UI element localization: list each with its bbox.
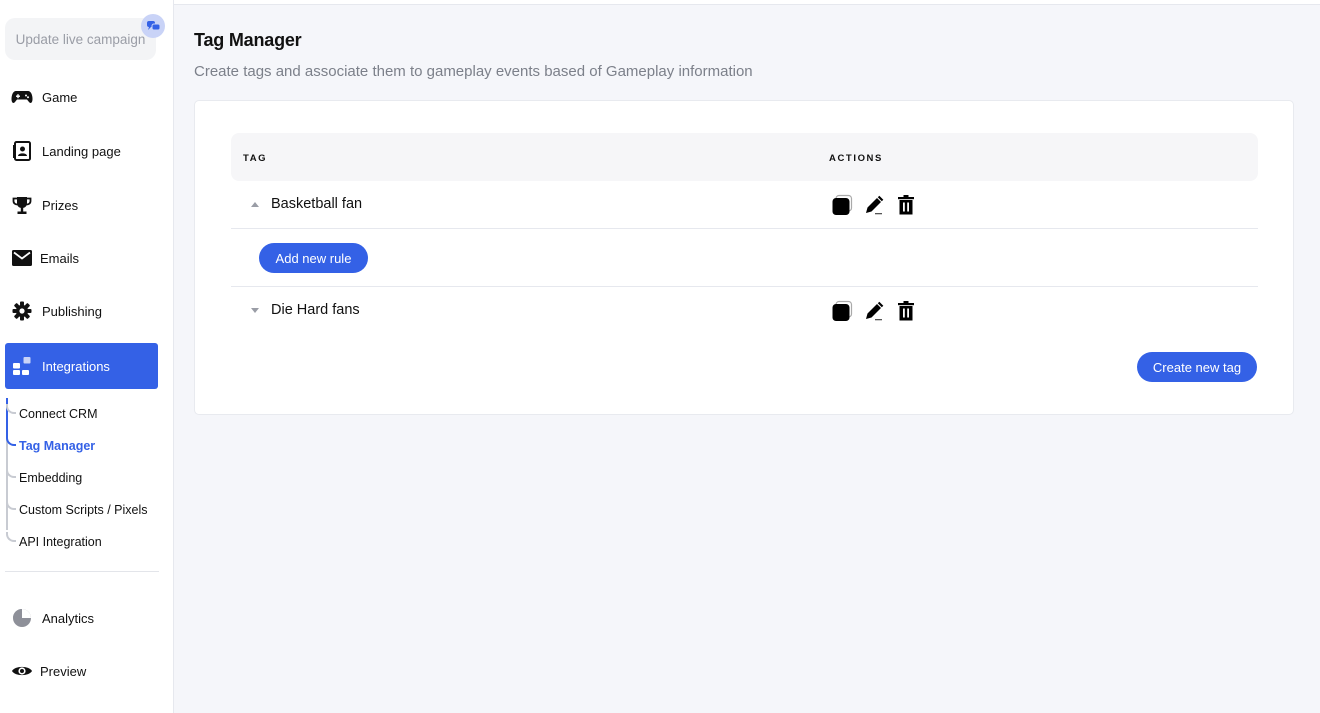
column-header-actions: ACTIONS: [829, 153, 883, 164]
nav-label: Prizes: [42, 197, 79, 213]
nav-label: Game: [42, 89, 78, 105]
nav-label: Preview: [40, 663, 87, 679]
page-title: Tag Manager: [194, 30, 302, 50]
add-new-rule-button[interactable]: Add new rule: [259, 243, 368, 273]
subnav-connect-crm[interactable]: Connect CRM: [19, 407, 98, 421]
nav-item-publishing[interactable]: Publishing: [5, 288, 158, 334]
duplicate-icon[interactable]: [831, 194, 853, 216]
delete-icon[interactable]: [895, 194, 917, 216]
page-subtitle: Create tags and associate them to gamepl…: [194, 63, 753, 80]
nav-label: Integrations: [42, 358, 110, 374]
table-row: Die Hard fans: [231, 287, 1258, 335]
collapse-caret-icon[interactable]: [251, 202, 259, 207]
subnav-embedding[interactable]: Embedding: [19, 471, 82, 485]
nav-label: Analytics: [42, 610, 95, 626]
nav-label: Publishing: [42, 303, 102, 319]
nav-item-preview[interactable]: Preview: [5, 648, 158, 694]
update-live-campaign-button[interactable]: Update live campaign: [5, 18, 156, 60]
nav-item-analytics[interactable]: Analytics: [5, 595, 158, 641]
trophy-icon: [11, 194, 33, 216]
integrations-icon: [11, 355, 33, 377]
eye-icon: [11, 660, 33, 682]
pie-chart-icon: [11, 607, 33, 629]
column-header-tag: TAG: [243, 153, 268, 164]
nav-item-emails[interactable]: Emails: [5, 235, 158, 281]
nav-item-game[interactable]: Game: [5, 74, 158, 120]
sidebar-divider: [5, 571, 159, 572]
envelope-icon: [11, 247, 33, 269]
chat-icon[interactable]: [141, 14, 165, 38]
subnav-custom-scripts[interactable]: Custom Scripts / Pixels: [19, 503, 148, 517]
duplicate-icon[interactable]: [831, 300, 853, 322]
sidebar: Update live campaign Game Landing page P…: [0, 0, 174, 713]
gear-icon: [11, 300, 33, 322]
gamepad-icon: [11, 86, 33, 108]
expand-caret-icon[interactable]: [251, 308, 259, 313]
row-actions: [831, 300, 917, 322]
top-bar: [174, 0, 1320, 5]
nav-label: Landing page: [42, 143, 121, 159]
table-row: Basketball fan: [231, 181, 1258, 229]
tag-name: Die Hard fans: [271, 302, 360, 318]
table-header: TAG ACTIONS: [231, 133, 1258, 181]
rule-row: Add new rule: [231, 230, 1258, 287]
nav-item-prizes[interactable]: Prizes: [5, 182, 158, 228]
create-new-tag-button[interactable]: Create new tag: [1137, 352, 1257, 382]
edit-icon[interactable]: [863, 194, 885, 216]
edit-icon[interactable]: [863, 300, 885, 322]
nav-label: Emails: [40, 250, 80, 266]
tag-name: Basketball fan: [271, 196, 363, 212]
subnav-api-integration[interactable]: API Integration: [19, 535, 102, 549]
landing-page-icon: [11, 140, 33, 162]
row-actions: [831, 194, 917, 216]
tags-card: TAG ACTIONS Basketball fan Add new rule …: [194, 100, 1294, 415]
integrations-subnav: Connect CRM Tag Manager Embedding Custom…: [5, 398, 165, 558]
subnav-tag-manager[interactable]: Tag Manager: [19, 439, 95, 453]
nav-item-integrations[interactable]: Integrations: [5, 343, 158, 389]
nav-item-landing-page[interactable]: Landing page: [5, 128, 158, 174]
delete-icon[interactable]: [895, 300, 917, 322]
